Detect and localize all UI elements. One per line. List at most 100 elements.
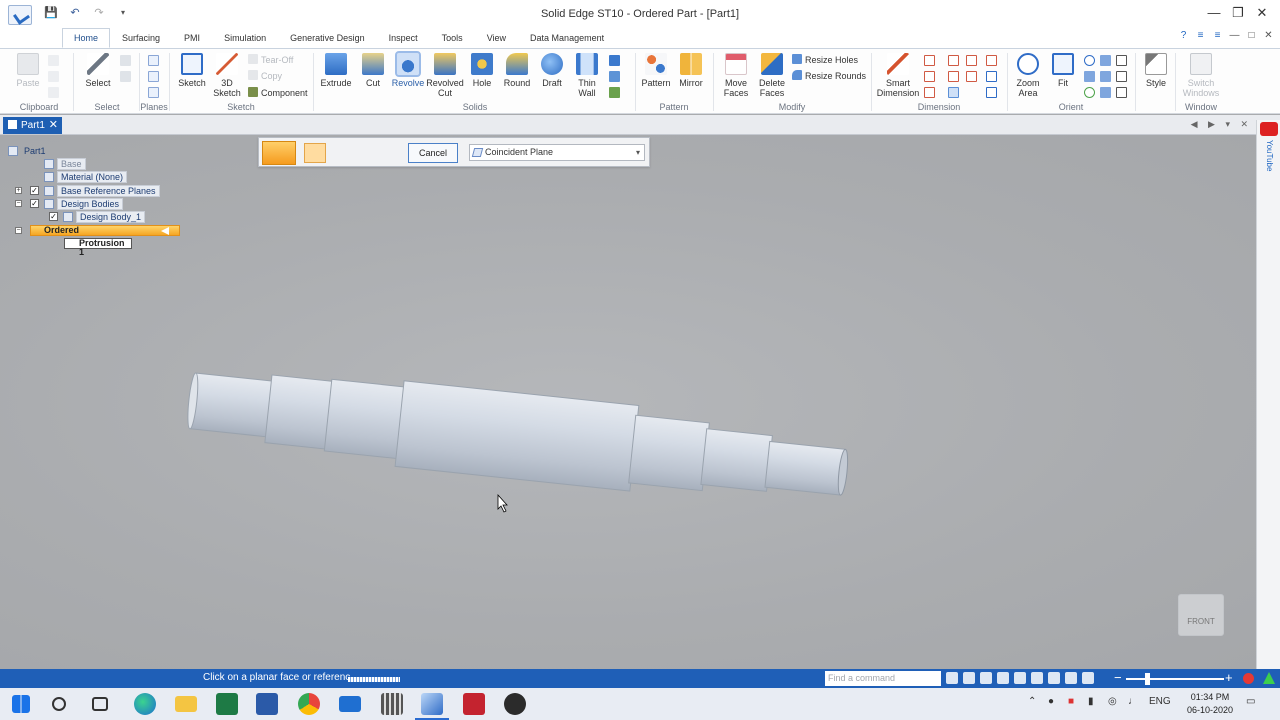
notifications-icon[interactable]: ▭ [1246,696,1255,707]
mirror-button[interactable]: Mirror [671,53,711,88]
shaft-segment-6[interactable] [700,428,773,492]
view4-icon[interactable] [1116,55,1127,66]
step-plane-button[interactable] [304,143,326,163]
revolved-cut-button[interactable]: Revolved Cut [425,53,465,98]
mail-icon[interactable] [339,696,361,712]
zoom-out-icon[interactable]: − [1114,670,1122,685]
view6-icon[interactable] [1116,87,1127,98]
paste-button[interactable]: Paste [8,53,48,88]
ribbon-option2-icon[interactable]: ≡ [1212,30,1223,42]
select-button[interactable]: Select [78,53,118,88]
format-painter-icon[interactable] [48,87,59,98]
solid-edge-taskbar-icon[interactable] [415,693,449,720]
volume-icon[interactable]: ♩ [1128,696,1138,707]
3d-sketch-button[interactable]: 3D Sketch [207,53,247,98]
record-icon[interactable] [1243,673,1254,684]
go-icon[interactable] [946,672,958,684]
tree-base[interactable]: Base [44,158,86,170]
zoom-in-icon[interactable]: + [1225,670,1233,685]
delete-faces-button[interactable]: Delete Faces [752,53,792,98]
shaft-segment-1[interactable] [189,372,274,438]
view-icon[interactable] [1100,55,1111,66]
tab-inspect[interactable]: Inspect [377,28,430,48]
relate4-icon[interactable] [966,71,977,82]
tree-root[interactable]: Part1 [8,145,49,157]
extrude-button[interactable]: Extrude [316,53,356,88]
collapse-ordered-icon[interactable]: − [15,227,22,234]
pan-icon[interactable] [1084,71,1095,82]
dim-angle-icon[interactable] [924,71,935,82]
select-window-icon[interactable] [120,71,131,82]
close-doc-icon[interactable]: ✕ [1263,30,1274,42]
task-view-icon[interactable] [92,697,108,711]
calculator-icon[interactable] [381,693,403,715]
design-body-1-checkbox[interactable]: ✓ [49,212,58,221]
start-icon[interactable] [12,695,30,713]
step-side-button[interactable] [355,143,377,163]
style-button[interactable]: Style [1136,53,1176,88]
obs-icon[interactable] [504,693,526,715]
round-button[interactable]: Round [497,53,537,88]
zoom-area-small-icon[interactable] [997,672,1009,684]
battery-icon[interactable]: ▮ [1088,696,1094,707]
solids-more-icon[interactable] [609,55,620,66]
edge-icon[interactable] [134,693,156,715]
find-command-input[interactable]: Find a command [825,671,941,686]
smart-dimension-button[interactable]: Smart Dimension [876,53,920,98]
dim-coord-icon[interactable] [924,87,935,98]
graphics-window[interactable] [0,135,1256,669]
copy-clip-icon[interactable] [48,71,59,82]
plane-normal-icon[interactable] [148,87,159,98]
tree-ref-planes[interactable]: Base Reference Planes [44,185,160,197]
revolve-button[interactable]: Revolve [388,51,428,88]
pattern-button[interactable]: Pattern [636,53,676,88]
shaft-segment-5[interactable] [628,414,710,492]
solids-more3-icon[interactable] [609,87,620,98]
zoom-slider-thumb[interactable] [1145,673,1150,685]
antivirus-icon[interactable]: ■ [1068,696,1074,707]
word-icon[interactable] [256,693,278,715]
document-tab-part1[interactable]: Part1 ✕ [3,117,62,134]
tree-ordered[interactable]: Ordered [44,225,79,236]
view-cube[interactable]: FRONT [1178,594,1224,636]
rotate-icon[interactable] [1084,87,1095,98]
maximize-button[interactable]: ❐ [1226,4,1250,22]
sketch-button[interactable]: Sketch [172,53,212,88]
copy-sketch-button[interactable]: Copy [248,69,282,83]
select-filter-icon[interactable] [120,55,131,66]
relate-icon[interactable] [948,55,959,66]
view-style-icon[interactable] [1048,672,1060,684]
tree-design-body-1[interactable]: Design Body_1 [63,211,146,223]
tab-simulation[interactable]: Simulation [212,28,278,48]
rollback-arrow-icon[interactable] [161,227,169,235]
minimize-button[interactable]: — [1202,4,1226,22]
autocad-icon[interactable] [463,693,485,715]
tree-design-bodies[interactable]: Design Bodies [44,198,124,210]
shaft-segment-4[interactable] [394,380,640,492]
rotate-view-icon[interactable] [1031,672,1043,684]
collapse-design-bodies-icon[interactable]: − [15,200,22,207]
shaft-segment-7[interactable] [764,440,846,496]
tab-surfacing[interactable]: Surfacing [110,28,172,48]
shaft-segment-3[interactable] [323,378,406,460]
network-icon[interactable]: ◎ [1108,696,1117,707]
relate-grid-icon[interactable] [948,87,959,98]
fit-view-icon[interactable] [963,672,975,684]
tree-material[interactable]: Material (None) [44,171,128,183]
revolve-options-button[interactable] [262,141,296,165]
chrome-icon[interactable] [298,693,320,715]
tab-home[interactable]: Home [62,28,111,48]
youtube-icon[interactable] [1260,122,1278,136]
ref-planes-checkbox[interactable]: ✓ [30,186,39,195]
plane-icon[interactable] [148,55,159,66]
ribbon-option-icon[interactable]: ≡ [1195,30,1206,42]
cancel-button[interactable]: Cancel [408,143,458,163]
move-faces-button[interactable]: Move Faces [716,53,756,98]
step-extent-button[interactable] [381,143,403,163]
tab-view[interactable]: View [475,28,518,48]
thin-wall-button[interactable]: Thin Wall [567,53,607,98]
shaft-model[interactable] [0,135,1256,669]
step-profile-button[interactable] [329,143,351,163]
close-tab-icon[interactable]: ✕ [49,117,58,134]
text-annot-icon[interactable] [986,71,997,82]
